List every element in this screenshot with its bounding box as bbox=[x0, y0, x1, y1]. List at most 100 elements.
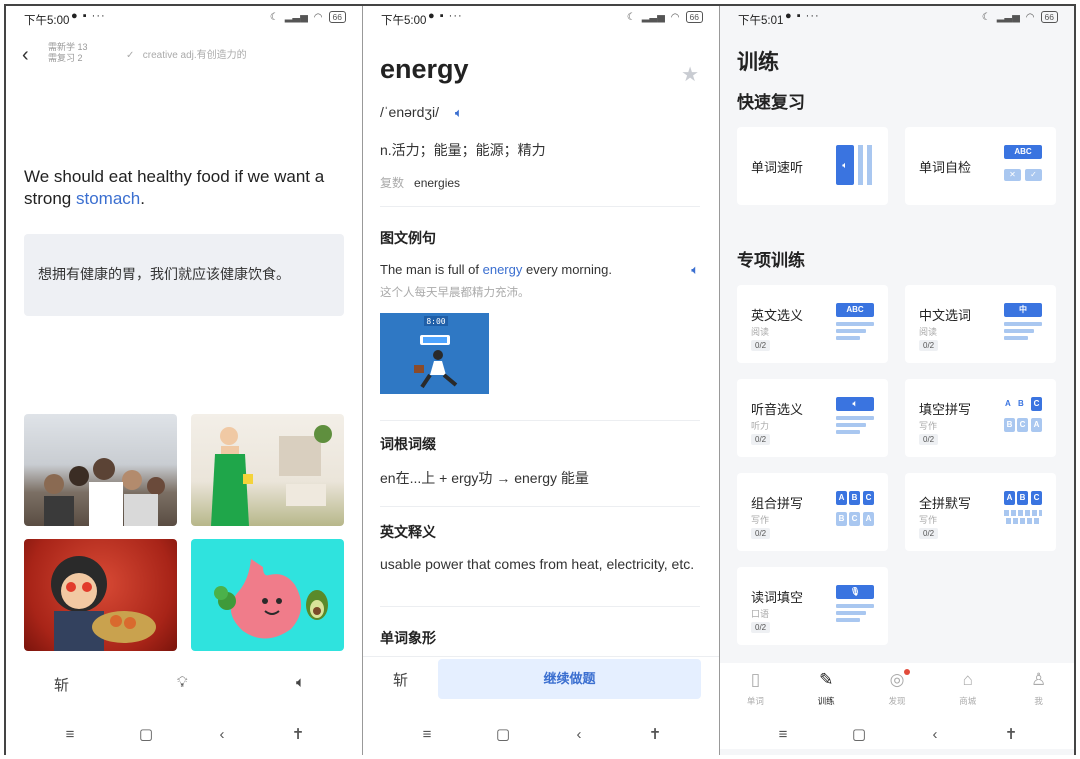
card-sub: 口语 bbox=[751, 609, 770, 619]
special-training-title: 专项训练 bbox=[737, 251, 805, 270]
section-title-en-def: 英文释义 bbox=[380, 524, 436, 540]
image-option-cleaning-woman[interactable] bbox=[191, 414, 344, 526]
card-progress: 0/2 bbox=[751, 528, 771, 539]
notification-icons: ● ▪ ··· bbox=[428, 10, 463, 22]
abc-icon-text: ABC bbox=[836, 303, 874, 317]
card-label: 中文选词 bbox=[919, 308, 972, 323]
example-translation: 这个人每天早晨都精力充沛。 bbox=[380, 287, 530, 299]
abc-check-icon: ABC ✕ ✓ bbox=[1004, 145, 1042, 187]
card-chinese-word[interactable]: 中文选词 阅读 0/2 中 bbox=[905, 285, 1056, 363]
abc-icon-text: ABC bbox=[1004, 145, 1042, 159]
card-read-fill[interactable]: 读词填空 口语 0/2 🎙︎ bbox=[737, 567, 888, 645]
tab-label: 训练 bbox=[817, 696, 835, 706]
card-fill-spelling[interactable]: 填空拼写 写作 0/2 A B C BCA bbox=[905, 379, 1056, 457]
clock-text: 8:00 bbox=[426, 317, 445, 326]
study-toolbar: 斩 💡︎ 🔈︎ bbox=[6, 674, 362, 696]
chinese-char-icon: 中 bbox=[1004, 303, 1042, 345]
tab-label: 发现 bbox=[888, 696, 906, 706]
card-sub: 写作 bbox=[919, 515, 938, 525]
menu-icon[interactable]: ≡ bbox=[773, 726, 793, 743]
user-icon: ♙ bbox=[1030, 670, 1047, 689]
accessibility-icon[interactable]: ✝ bbox=[1001, 725, 1021, 743]
signal-icon: ▂▃▅ bbox=[996, 11, 1020, 23]
tab-label: 商城 bbox=[959, 696, 977, 706]
word-detail-screen: 下午5:00 ● ▪ ··· ☾ ▂▃▅ ◠ 66 energy ★ /ˈenə… bbox=[363, 6, 719, 755]
card-english-meaning[interactable]: 英文选义 阅读 0/2 ABC bbox=[737, 285, 888, 363]
previous-word[interactable]: ✓ creative adj.有创造力的 bbox=[126, 46, 247, 61]
card-combine-spelling[interactable]: 组合拼写 写作 0/2 ABC BCA bbox=[737, 473, 888, 551]
example-speaker-icon[interactable]: 🔈︎ bbox=[691, 262, 699, 278]
example-word: energy bbox=[482, 262, 523, 277]
card-full-dictation[interactable]: 全拼默写 写作 0/2 ABC bbox=[905, 473, 1056, 551]
quick-card-selfcheck[interactable]: 单词自检 ABC ✕ ✓ bbox=[905, 127, 1056, 205]
back-nav-icon[interactable]: ‹ bbox=[925, 726, 945, 743]
card-progress: 0/2 bbox=[751, 340, 771, 351]
wifi-icon: ◠ bbox=[313, 11, 323, 23]
status-icons: ☾ ▂▃▅ ◠ 66 bbox=[627, 11, 703, 23]
mic-glyph: 🎙︎ bbox=[836, 585, 874, 599]
quick-listen-icon: 🔈︎ bbox=[836, 145, 874, 185]
card-label: 全拼默写 bbox=[919, 496, 972, 511]
speaker-icon[interactable]: 🔈︎ bbox=[296, 674, 305, 691]
wifi-icon: ◠ bbox=[670, 11, 680, 23]
divider bbox=[380, 420, 700, 421]
card-label: 单词自检 bbox=[919, 160, 972, 175]
home-icon[interactable]: ▢ bbox=[136, 725, 156, 743]
previous-word-text: creative adj.有创造力的 bbox=[142, 50, 247, 61]
sentence-before: We should eat healthy food if we want a … bbox=[24, 167, 325, 208]
card-sub: 写作 bbox=[751, 515, 770, 525]
back-nav-icon[interactable]: ‹ bbox=[569, 726, 589, 743]
translation-box[interactable]: 想拥有健康的胃，我们就应该健康饮食。 bbox=[24, 234, 344, 316]
system-nav-bar: ≡ ▢ ‹ ✝ bbox=[720, 719, 1074, 749]
quick-review-title: 快速复习 bbox=[737, 93, 805, 112]
tab-me[interactable]: ♙ 我 bbox=[1014, 669, 1064, 719]
star-icon[interactable]: ★ bbox=[681, 62, 699, 87]
example-image[interactable]: 8:00 bbox=[380, 313, 489, 394]
back-icon[interactable]: ‹ bbox=[22, 44, 29, 67]
image-option-cheering-crowd[interactable] bbox=[24, 414, 177, 526]
tab-words[interactable]: ▯ 单词 bbox=[730, 669, 780, 719]
card-label: 读词填空 bbox=[751, 590, 804, 605]
target-word[interactable]: stomach bbox=[76, 189, 140, 208]
card-progress: 0/2 bbox=[751, 622, 771, 633]
image-option-stomach-cartoon[interactable] bbox=[191, 539, 344, 651]
example-before: The man is full of bbox=[380, 262, 483, 277]
card-listen-meaning[interactable]: 听音选义 听力 0/2 🔈︎ bbox=[737, 379, 888, 457]
word-title: energy bbox=[380, 54, 469, 84]
system-nav-bar: ≡ ▢ ‹ ✝ bbox=[6, 719, 362, 749]
section-title-example: 图文例句 bbox=[380, 230, 436, 246]
battery-icon: 66 bbox=[685, 11, 703, 23]
home-icon[interactable]: ▢ bbox=[493, 725, 513, 743]
quick-card-listen[interactable]: 单词速听 🔈︎ bbox=[737, 127, 888, 205]
menu-icon[interactable]: ≡ bbox=[417, 726, 437, 743]
zhan-button[interactable]: 斩 bbox=[54, 674, 69, 695]
english-definition: usable power that comes from heat, elect… bbox=[380, 556, 695, 572]
continue-button[interactable]: 继续做题 bbox=[438, 659, 701, 699]
edit-icon: ✎ bbox=[819, 670, 834, 689]
book-icon: ▯ bbox=[750, 670, 761, 689]
card-label: 单词速听 bbox=[751, 160, 804, 175]
accessibility-icon[interactable]: ✝ bbox=[645, 725, 665, 743]
speaker-icon[interactable]: 🔈︎ bbox=[455, 105, 463, 120]
bulb-icon[interactable]: 💡︎ bbox=[177, 674, 188, 691]
card-label: 组合拼写 bbox=[751, 496, 804, 511]
accessibility-icon[interactable]: ✝ bbox=[288, 725, 308, 743]
notification-icons: ● ▪ ··· bbox=[785, 10, 820, 22]
section-title-root: 词根词缀 bbox=[380, 436, 436, 452]
battery-icon: 66 bbox=[328, 11, 346, 23]
card-progress: 0/2 bbox=[751, 434, 771, 445]
notification-dot bbox=[903, 669, 910, 675]
zhan-button[interactable]: 斩 bbox=[393, 669, 408, 690]
card-progress: 0/2 bbox=[919, 528, 939, 539]
home-icon[interactable]: ▢ bbox=[849, 725, 869, 743]
image-option-eating-cartoon[interactable] bbox=[24, 539, 177, 651]
back-nav-icon[interactable]: ‹ bbox=[212, 726, 232, 743]
tab-discover[interactable]: ◎ 发现 bbox=[872, 669, 922, 719]
phonetic-text: /ˈenərdʒi/ bbox=[380, 104, 439, 120]
menu-icon[interactable]: ≡ bbox=[60, 726, 80, 743]
card-sub: 写作 bbox=[919, 421, 938, 431]
tab-store[interactable]: ⌂ 商城 bbox=[943, 669, 993, 719]
tab-training[interactable]: ✎ 训练 bbox=[801, 669, 851, 719]
card-sub: 阅读 bbox=[919, 327, 938, 337]
wifi-icon: ◠ bbox=[1025, 11, 1035, 23]
